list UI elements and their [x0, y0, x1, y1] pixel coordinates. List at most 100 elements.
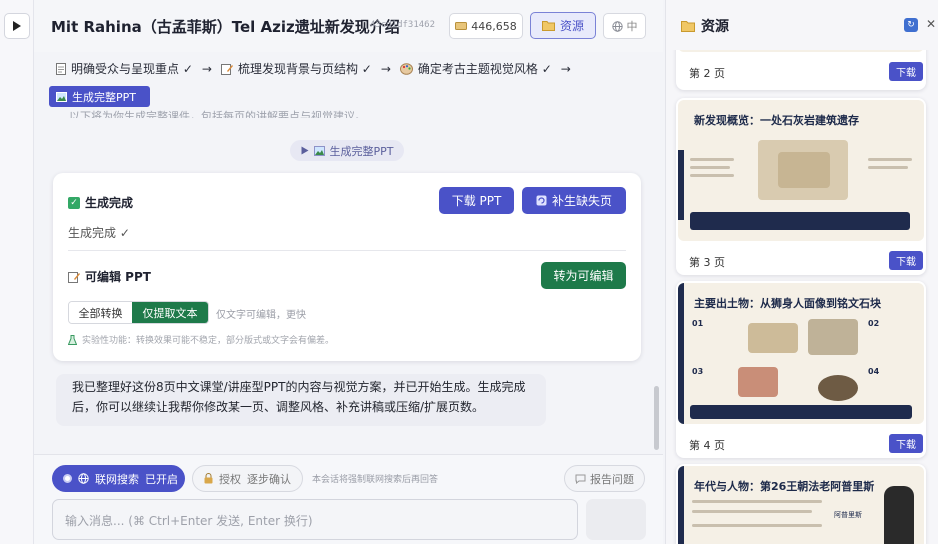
- slide-preview: 主要出土物：从狮身人面像到铭文石块 01 02 03 04: [678, 283, 924, 424]
- chat-bubble-icon: [575, 474, 586, 484]
- web-search-state: 已开启: [145, 472, 178, 486]
- send-button[interactable]: [586, 499, 646, 540]
- extract-text-option[interactable]: 仅提取文本: [132, 302, 208, 323]
- slide-text-line: [690, 158, 734, 161]
- slide-artifact: [778, 152, 830, 188]
- slide-preview: 新发现概览：一处石灰岩建筑遗存: [678, 100, 924, 241]
- report-issue-button[interactable]: 报告问题: [564, 465, 645, 492]
- editable-ppt-title: 可编辑 PPT: [68, 268, 151, 285]
- slide-text-line: [690, 174, 734, 177]
- slide-accent-bar: [678, 150, 684, 220]
- credit-counter[interactable]: 446,658: [449, 13, 523, 39]
- check-icon: ✓: [68, 196, 80, 209]
- slide-text-line: [868, 158, 912, 161]
- slide-artifact: [738, 367, 778, 397]
- globe-icon: [611, 20, 623, 32]
- page-title: Mit Rahina（古孟菲斯）Tel Aziz遗址新发现介绍: [51, 18, 400, 36]
- slide-artifact: [808, 319, 858, 355]
- chat-scrollbar[interactable]: [654, 386, 659, 450]
- authorization-state: 逐步确认: [247, 472, 291, 486]
- ticket-icon: [455, 22, 468, 30]
- step-structure: 梳理发现背景与页结构 ✓: [220, 60, 372, 77]
- slide-accent-bar: [678, 466, 684, 544]
- folder-icon: [541, 21, 555, 31]
- folder-icon: [681, 21, 695, 32]
- language-button[interactable]: 中: [603, 13, 646, 39]
- clipped-message-line: 以下将为你生成完整课件，包括每页的讲解要点与视觉建议。: [69, 110, 366, 118]
- palette-icon: [399, 62, 413, 75]
- globe-icon: [78, 473, 89, 484]
- slide-text-line: [868, 166, 908, 169]
- convert-editable-button[interactable]: 转为可编辑: [541, 262, 626, 289]
- slide-title: 年代与人物：第26王朝法老阿普里斯: [694, 480, 875, 493]
- left-toolbar: [0, 0, 34, 544]
- slide-artifact: [748, 323, 798, 353]
- item-number: 01: [692, 319, 704, 328]
- language-label: 中: [626, 20, 638, 33]
- slide-accent-bar: [678, 283, 684, 424]
- play-icon: [301, 146, 308, 155]
- close-icon[interactable]: ✕: [926, 17, 936, 31]
- slide-text-line: [692, 510, 812, 513]
- refresh-icon[interactable]: ↻: [904, 18, 918, 32]
- message-input[interactable]: 输入消息... (⌘ Ctrl+Enter 发送, Enter 换行): [52, 499, 578, 540]
- slide-artifact: [818, 375, 858, 401]
- download-ppt-button[interactable]: 下载 PPT: [439, 187, 514, 214]
- slide-figure: [884, 486, 914, 544]
- step-arrow: →: [380, 61, 391, 76]
- sidebar-title-label: 资源: [701, 19, 729, 35]
- composer: 联网搜索 已开启 授权 逐步确认 本会话将强制联网搜索后再回答 报告问题 输入消…: [34, 454, 663, 544]
- step-arrow: →: [560, 61, 571, 76]
- toggle-dot-icon: [63, 474, 72, 483]
- resources-button[interactable]: 资源: [530, 12, 596, 39]
- edit-note-icon: [68, 271, 80, 283]
- generation-done-title: ✓ 生成完成: [68, 194, 133, 211]
- web-search-toggle[interactable]: 联网搜索 已开启: [52, 465, 185, 492]
- editable-ppt-label: 可编辑 PPT: [85, 270, 151, 284]
- slide-text-line: [692, 500, 822, 503]
- credit-count: 446,658: [471, 19, 517, 33]
- result-card: ✓ 生成完成 下载 PPT 补生缺失页 生成完成 ✓ 可编辑 PPT 转为可编辑…: [53, 173, 641, 361]
- page-thumbnail[interactable]: 年代与人物：第26王朝法老阿普里斯 阿普里斯: [676, 464, 926, 544]
- app-window: Mit Rahina（古孟菲斯）Tel Aziz遗址新发现介绍 43cd1df3…: [0, 0, 938, 544]
- step-label: 梳理发现背景与页结构 ✓: [237, 62, 372, 76]
- conversion-mode-hint: 仅文字可编辑，更快: [216, 310, 306, 321]
- assistant-message: 我已整理好这份8页中文课堂/讲座型PPT的内容与视觉方案，并已开始生成。生成完成…: [56, 374, 546, 426]
- flask-icon: [68, 334, 77, 345]
- authorization-toggle[interactable]: 授权 逐步确认: [192, 465, 303, 492]
- item-number: 03: [692, 367, 704, 376]
- slide-text-line: [690, 166, 730, 169]
- item-number: 04: [868, 367, 880, 376]
- generate-ppt-tag[interactable]: 生成完整PPT: [49, 86, 150, 107]
- slide-title: 主要出土物：从狮身人面像到铭文石块: [694, 297, 881, 310]
- slide-side-label: 阿普里斯: [834, 511, 862, 519]
- sidebar-header: 资源 ↻ ✕: [666, 0, 938, 50]
- page-download-button[interactable]: 下载: [889, 251, 923, 270]
- step-style: 确定考古主题视觉风格 ✓: [399, 60, 552, 77]
- header: Mit Rahina（古孟菲斯）Tel Aziz遗址新发现介绍 43cd1df3…: [34, 0, 663, 52]
- page-label: 第 2 页: [689, 67, 725, 80]
- web-search-label: 联网搜索: [95, 472, 139, 486]
- document-id: 43cd1df31462: [370, 20, 436, 30]
- fill-missing-pages-button[interactable]: 补生缺失页: [522, 187, 626, 214]
- play-button[interactable]: [4, 13, 30, 39]
- generation-status-text: 生成完成 ✓: [68, 226, 130, 240]
- slide-footer-bar: [690, 405, 912, 419]
- slide-title: 新发现概览：一处石灰岩建筑遗存: [694, 114, 859, 127]
- report-issue-label: 报告问题: [590, 472, 634, 486]
- step-label: 明确受众与呈现重点 ✓: [71, 62, 193, 76]
- page-thumbnail[interactable]: 新发现概览：一处石灰岩建筑遗存 第 3 页 下载: [676, 98, 926, 275]
- page-thumbnail[interactable]: 主要出土物：从狮身人面像到铭文石块 01 02 03 04 第 4 页 下载: [676, 281, 926, 458]
- card-divider: [68, 250, 626, 251]
- experimental-warning-text: 实验性功能：转换效果可能不稳定，部分版式或文字会有偏差。: [82, 336, 335, 346]
- page-download-button[interactable]: 下载: [889, 434, 923, 453]
- page-label: 第 4 页: [689, 439, 725, 452]
- document-icon: [56, 62, 66, 75]
- page-download-button[interactable]: 下载: [889, 62, 923, 81]
- refresh-icon: [536, 195, 547, 206]
- experimental-warning: 实验性功能：转换效果可能不稳定，部分版式或文字会有偏差。: [68, 333, 334, 346]
- generate-ppt-chip[interactable]: 生成完整PPT: [290, 140, 404, 161]
- chat-panel: Mit Rahina（古孟菲斯）Tel Aziz遗址新发现介绍 43cd1df3…: [34, 0, 663, 544]
- convert-all-option[interactable]: 全部转换: [69, 302, 132, 323]
- slide-text-line: [692, 524, 822, 527]
